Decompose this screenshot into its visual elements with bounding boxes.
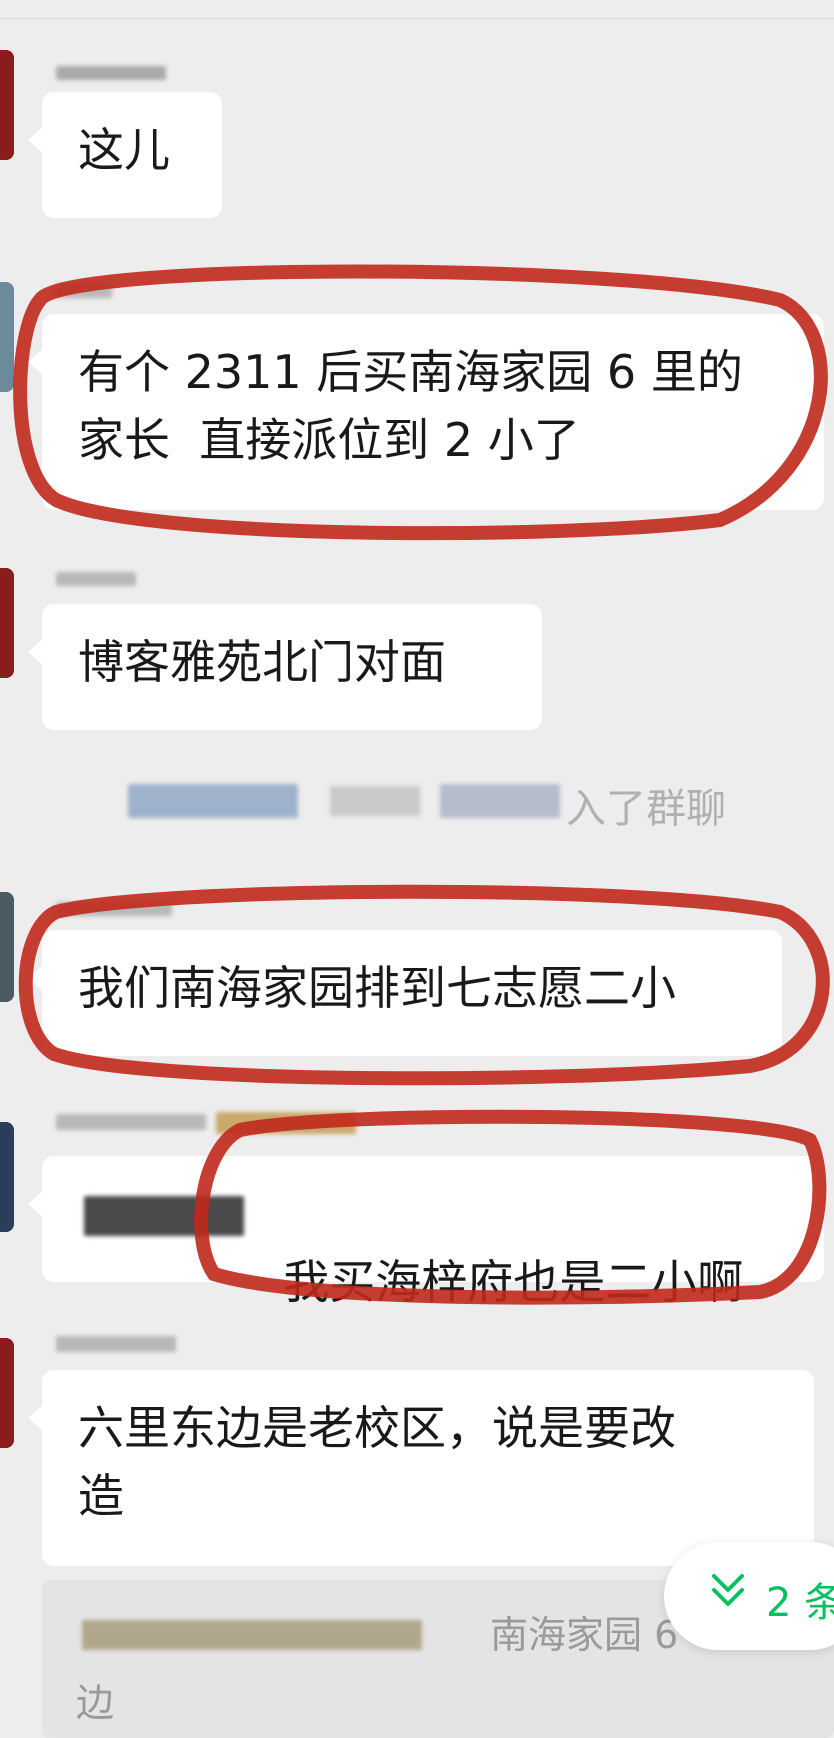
avatar[interactable] — [0, 50, 14, 160]
sender-name-blurred — [56, 1112, 356, 1134]
system-notice: 入了群聊 — [0, 770, 834, 832]
avatar[interactable] — [0, 892, 14, 1002]
avatar[interactable] — [0, 1338, 14, 1448]
system-notice-text: 入了群聊 — [566, 786, 726, 832]
message-bubble[interactable]: 博客雅苑北门对面 — [28, 604, 542, 730]
blurred-member-name — [128, 784, 298, 818]
double-chevron-down-icon — [712, 1574, 744, 1606]
sender-name-blurred — [56, 64, 166, 86]
blurred-sender — [82, 1620, 422, 1650]
sender-name-blurred — [56, 1334, 186, 1356]
avatar[interactable] — [0, 1122, 14, 1232]
quoted-text-line2: 边 — [76, 1681, 115, 1725]
blurred-mention — [84, 1196, 244, 1236]
sender-name-blurred — [56, 900, 176, 922]
sender-name-blurred — [56, 282, 116, 304]
blurred-member-name — [440, 784, 560, 818]
message-bubble[interactable]: 这儿 — [28, 92, 222, 218]
new-messages-count: 2 条 — [766, 1580, 834, 1626]
sender-name-blurred — [56, 570, 146, 592]
message-bubble[interactable]: 有个 2311 后买南海家园 6 里的 家长 直接派位到 2 小了 — [28, 314, 824, 510]
message-bubble[interactable]: 我们南海家园排到七志愿二小 — [28, 930, 782, 1056]
quoted-text-line1: 南海家园 6 — [490, 1613, 679, 1657]
avatar[interactable] — [0, 282, 14, 392]
new-messages-button[interactable]: 2 条 — [664, 1542, 834, 1650]
blurred-member-name — [330, 786, 420, 816]
message-text: 我买海梓府也是二小啊 — [283, 1255, 744, 1309]
message-bubble[interactable]: 六里东边是老校区，说是要改 造 — [28, 1370, 814, 1566]
avatar[interactable] — [0, 568, 14, 678]
top-divider — [0, 0, 834, 19]
